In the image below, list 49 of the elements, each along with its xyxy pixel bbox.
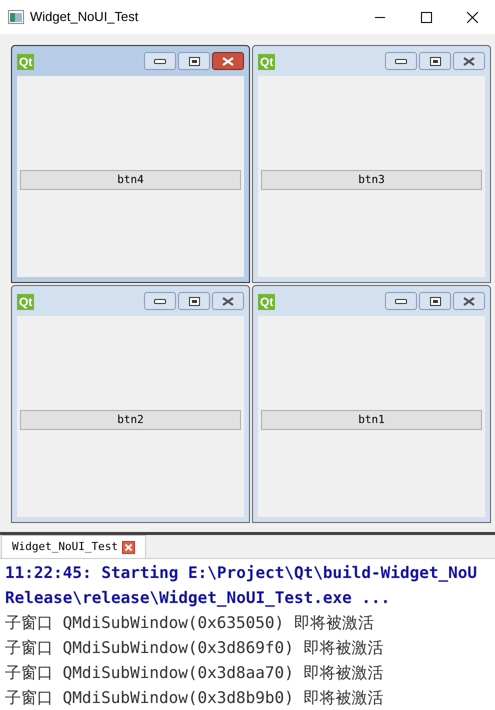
output-line: 子窗口 QMdiSubWindow(0x3d869f0) 即将被激活 <box>5 637 384 659</box>
minimize-button[interactable] <box>144 52 176 70</box>
output-line: Release\release\Widget_NoUI_Test.exe ... <box>5 587 392 609</box>
close-button[interactable] <box>212 292 244 310</box>
subwindow[interactable]: Qt btn4 <box>11 45 250 283</box>
restore-button[interactable] <box>178 292 210 310</box>
restore-button[interactable] <box>419 292 451 310</box>
output-line: 子窗口 QMdiSubWindow(0x635050) 即将被激活 <box>5 612 375 634</box>
close-icon <box>463 296 475 306</box>
minimize-button[interactable] <box>385 52 417 70</box>
output-tab[interactable]: Widget_NoUI_Test <box>1 535 146 558</box>
qt-logo: Qt <box>258 294 276 310</box>
app-icon <box>8 10 24 24</box>
qt-logo: Qt <box>17 54 34 70</box>
close-icon <box>466 12 478 22</box>
restore-button[interactable] <box>419 52 451 70</box>
close-icon[interactable] <box>122 540 135 554</box>
close-button[interactable] <box>453 292 485 310</box>
restore-icon <box>430 56 440 66</box>
output-line: 11:22:45: Starting E:\Project\Qt\build-Widget_NoU <box>5 562 478 584</box>
minimize-button[interactable] <box>385 292 417 310</box>
output-line: 子窗口 QMdiSubWindow(0x3d8b9b0) 即将被激活 <box>5 687 384 709</box>
close-icon <box>222 296 234 306</box>
minimize-icon <box>395 298 407 304</box>
minimize-icon <box>154 58 166 64</box>
restore-icon <box>430 296 440 306</box>
restore-button[interactable] <box>178 52 210 70</box>
subwindow[interactable]: Qt btn2 <box>11 285 250 523</box>
push-button[interactable]: btn2 <box>20 410 241 430</box>
restore-icon <box>188 56 200 66</box>
restore-icon <box>188 296 200 306</box>
subwindow[interactable]: Qt btn1 <box>252 285 491 523</box>
push-button[interactable]: btn4 <box>20 170 241 190</box>
close-icon <box>222 56 234 66</box>
subwindow[interactable]: Qt btn3 <box>252 45 491 283</box>
qt-logo: Qt <box>258 54 276 70</box>
minimize-icon <box>154 298 166 304</box>
minimize-button[interactable] <box>144 292 176 310</box>
window-title: Widget_NoUI_Test <box>30 8 138 26</box>
output-line: 子窗口 QMdiSubWindow(0x3d8aa70) 即将被激活 <box>5 662 384 684</box>
close-button[interactable] <box>453 52 485 70</box>
maximize-icon <box>420 12 432 22</box>
minimize-icon <box>375 16 385 18</box>
close-button[interactable] <box>212 52 244 70</box>
minimize-icon <box>395 58 407 64</box>
close-icon <box>463 56 475 66</box>
push-button[interactable]: btn3 <box>261 170 482 190</box>
push-button[interactable]: btn1 <box>261 410 482 430</box>
qt-logo: Qt <box>17 294 34 310</box>
